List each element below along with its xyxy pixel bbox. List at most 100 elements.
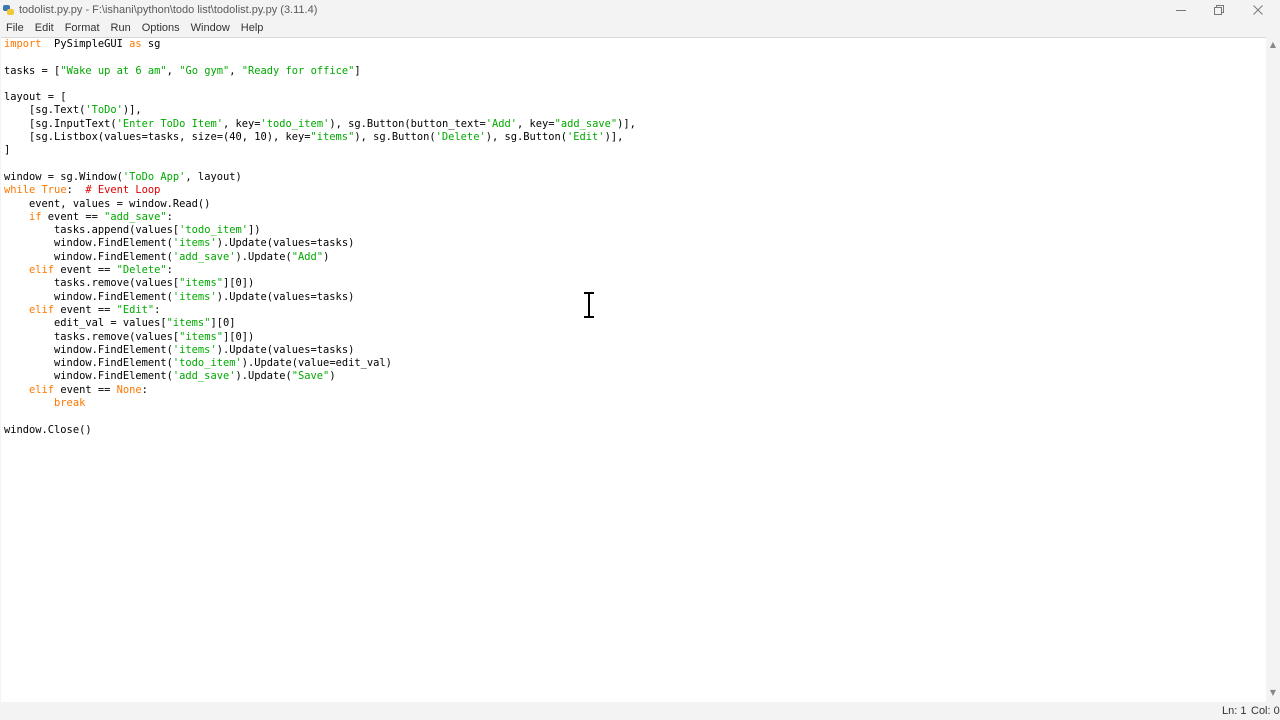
minimize-icon (1176, 9, 1186, 11)
window-title: todolist.py.py - F:\ishani\python\todo l… (19, 3, 318, 16)
code-line: window.FindElement('items').Update(value… (4, 237, 636, 250)
title-bar: todolist.py.py - F:\ishani\python\todo l… (0, 0, 1280, 19)
code-token: break (54, 397, 86, 410)
code-token: ).Update( (235, 370, 292, 383)
menu-help[interactable]: Help (235, 22, 269, 34)
scroll-down-icon[interactable]: ▼ (1269, 689, 1277, 697)
scroll-up-icon[interactable]: ▲ (1269, 41, 1277, 49)
status-bar: Ln: 1 Col: 0 (0, 702, 1280, 720)
code-token: 'todo_item' (260, 117, 330, 130)
code-token: elif (29, 264, 55, 277)
code-token: )], (604, 131, 624, 144)
code-token: # Event Loop (85, 184, 161, 197)
code-line: layout = [ (4, 91, 636, 104)
code-token: 'items' (172, 290, 217, 303)
code-token: window.FindElement( (4, 357, 173, 370)
code-token: ][0]) (222, 330, 255, 343)
code-token: "Add" (291, 250, 324, 263)
code-line: tasks = ["Wake up at 6 am", "Go gym", "R… (4, 65, 636, 78)
code-line: window.FindElement('add_save').Update("S… (4, 370, 636, 383)
code-token: : (166, 210, 173, 223)
code-line: while True: # Event Loop (4, 184, 636, 197)
code-token: window.FindElement( (4, 290, 173, 303)
menu-file[interactable]: File (0, 22, 29, 34)
code-line: tasks.remove(values["items"][0]) (4, 331, 636, 344)
menu-run[interactable]: Run (105, 22, 136, 34)
code-line: window.FindElement('todo_item').Update(v… (4, 357, 636, 370)
code-token: window.Close() (4, 423, 92, 436)
code-line: elif event == "Edit": (4, 304, 636, 317)
code-token: "items" (179, 330, 223, 343)
code-token: )], (617, 117, 636, 130)
code-token: 'items' (172, 237, 217, 250)
code-token: "items" (310, 131, 355, 144)
minimize-button[interactable] (1163, 0, 1199, 19)
status-line: Ln: 1 (1222, 705, 1247, 717)
code-token: ) (323, 250, 330, 263)
code-token: ]) (248, 224, 261, 237)
code-token: window = sg.Window( (4, 170, 123, 183)
restore-icon (1214, 4, 1224, 15)
code-line: ] (4, 144, 636, 157)
code-token: 'Add' (485, 117, 518, 130)
code-line: window.Close() (4, 424, 636, 437)
code-token: import (4, 38, 42, 50)
code-text[interactable]: import PySimpleGUI as sg tasks = ["Wake u… (4, 38, 636, 437)
code-token: : (166, 264, 173, 277)
vertical-scrollbar[interactable]: ▲ ▼ (1266, 37, 1280, 701)
code-token: [sg.Text( (4, 104, 86, 117)
code-line: if event == "add_save": (4, 211, 636, 224)
code-line: [sg.InputText('Enter ToDo Item', key='to… (4, 118, 636, 131)
code-token: ).Update(value=edit_val) (241, 357, 392, 370)
code-token: ][0]) (222, 277, 255, 290)
code-line: window.FindElement('add_save').Update("A… (4, 251, 636, 264)
code-token: )], (122, 104, 142, 117)
code-token: [sg.Listbox(values=tasks, size=(40, 10),… (4, 131, 311, 144)
code-token: event == (41, 210, 105, 223)
code-line: edit_val = values["items"][0] (4, 317, 636, 330)
code-token: ][0] (210, 317, 236, 330)
close-icon (1253, 4, 1263, 15)
code-token: "add_save" (104, 210, 167, 223)
code-token: event, values = window.Read() (4, 197, 211, 210)
code-token: [sg.InputText( (4, 117, 117, 130)
code-token: window.FindElement( (4, 250, 173, 263)
menu-options[interactable]: Options (136, 22, 185, 34)
code-token: 'items' (172, 343, 217, 356)
code-token: 'Enter ToDo Item' (116, 117, 223, 130)
code-editor[interactable]: import PySimpleGUI as sg tasks = ["Wake u… (1, 37, 1266, 702)
code-token: , key= (517, 117, 555, 130)
code-token: ), sg.Button(button_text= (329, 117, 486, 130)
menu-format[interactable]: Format (59, 22, 105, 34)
code-token: : (66, 184, 86, 197)
code-token: PySimpleGUI (41, 38, 130, 50)
python-idle-icon (3, 4, 15, 16)
code-token: ) (329, 370, 336, 383)
code-token: 'add_save' (172, 250, 236, 263)
code-token: tasks = [ (4, 64, 61, 77)
code-token: tasks.remove(values[ (4, 330, 180, 343)
code-token: "Delete" (116, 264, 167, 277)
code-token: ), sg.Button( (485, 131, 568, 144)
code-token: "Edit" (116, 303, 155, 316)
code-token: None (116, 383, 142, 396)
code-token: , key= (222, 117, 261, 130)
code-line: tasks.remove(values["items"][0]) (4, 277, 636, 290)
restore-button[interactable] (1201, 0, 1237, 19)
code-token: : (141, 383, 148, 396)
close-button[interactable] (1240, 0, 1276, 19)
menu-edit[interactable]: Edit (29, 22, 59, 34)
menu-window[interactable]: Window (185, 22, 235, 34)
code-token: "Wake up at 6 am" (60, 64, 167, 77)
code-token: , layout) (185, 170, 242, 183)
code-token: "Go gym" (179, 64, 230, 77)
code-token: ), sg.Button( (354, 131, 436, 144)
code-token: edit_val = values[ (4, 317, 167, 330)
